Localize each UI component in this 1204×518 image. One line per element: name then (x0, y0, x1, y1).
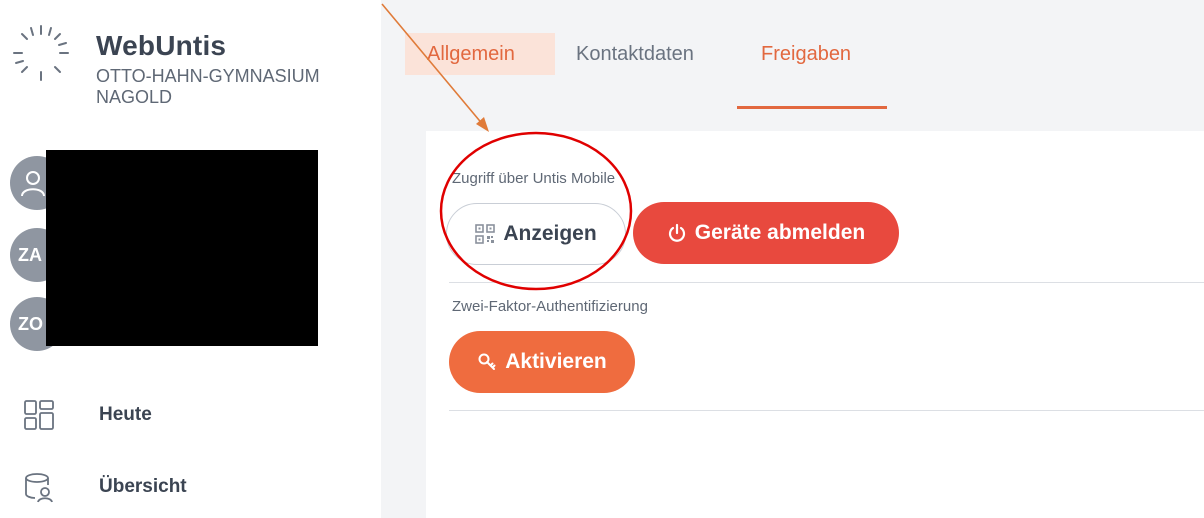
activate-2fa-button[interactable]: Aktivieren (449, 331, 635, 393)
activate-2fa-label: Aktivieren (505, 350, 607, 373)
dashboard-icon (24, 400, 54, 430)
sidebar: WebUntis OTTO-HAHN-GYMNASIUM NAGOLD ZA Z… (0, 0, 381, 518)
overview-icon (25, 473, 53, 503)
tab-kontaktdaten[interactable]: Kontaktdaten (576, 33, 694, 75)
webuntis-logo-icon (13, 25, 69, 81)
show-qr-button[interactable]: Anzeigen (446, 203, 626, 265)
power-icon (667, 223, 687, 243)
nav-item-heute[interactable]: Heute (22, 395, 362, 435)
brand-name: WebUntis (96, 30, 227, 61)
two-factor-label: Zwei-Faktor-Authentifizierung (452, 298, 648, 315)
main-content: Allgemein Kontaktdaten Freigaben Zugriff… (381, 0, 1204, 518)
logout-devices-button[interactable]: Geräte abmelden (633, 202, 899, 264)
active-tab-indicator (737, 106, 887, 109)
nav-label-heute: Heute (99, 404, 152, 425)
nav-label-uebersicht: Übersicht (99, 476, 187, 497)
school-name-line1: OTTO-HAHN-GYMNASIUM (96, 66, 320, 86)
school-name-line2: NAGOLD (96, 87, 173, 107)
nav-item-uebersicht[interactable]: Übersicht (22, 467, 362, 507)
section-divider (449, 282, 1204, 283)
school-name: OTTO-HAHN-GYMNASIUM NAGOLD (96, 66, 356, 108)
qr-code-icon (475, 224, 496, 244)
tab-bar: Allgemein Kontaktdaten Freigaben (381, 33, 1204, 109)
user-icon (21, 171, 45, 197)
tab-allgemein[interactable]: Allgemein (405, 33, 555, 75)
mobile-access-label: Zugriff über Untis Mobile (452, 170, 616, 187)
tab-freigaben[interactable]: Freigaben (761, 33, 851, 75)
show-qr-label: Anzeigen (503, 222, 597, 245)
key-icon (477, 352, 497, 372)
logout-devices-label: Geräte abmelden (694, 221, 866, 244)
redaction-box (46, 150, 318, 346)
section-divider-2 (449, 410, 1204, 411)
sharing-card: Zugriff über Untis Mobile Anzeigen Gerät… (426, 131, 1204, 518)
